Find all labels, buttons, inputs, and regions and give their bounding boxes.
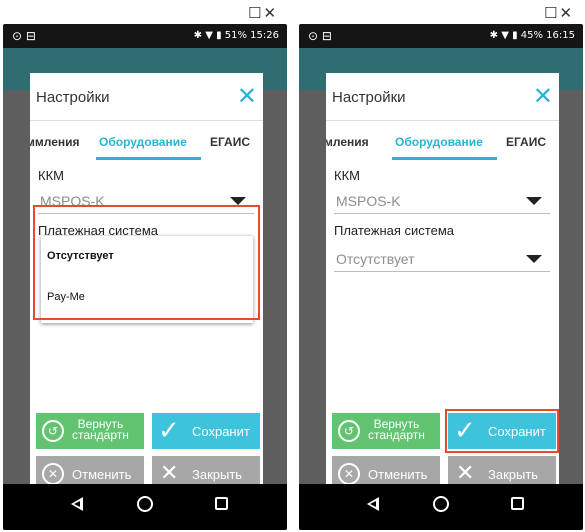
status-icons-left: ⊙ ⊟ <box>12 29 36 43</box>
dialog-header: Настройки ✕ <box>326 73 559 121</box>
home-icon[interactable] <box>137 496 153 512</box>
status-icons-left: ⊙ ⊟ <box>308 29 332 43</box>
chevron-down-icon[interactable] <box>526 197 542 205</box>
screen: Настройки ✕ ммления Оборудование ЕГАИС К… <box>3 48 287 493</box>
close-icon[interactable]: ✕ <box>533 82 553 110</box>
settings-dialog: Настройки ✕ ммления Оборудование ЕГАИС К… <box>30 73 263 493</box>
tab-egais[interactable]: ЕГАИС <box>210 135 250 149</box>
tab-equipment[interactable]: Оборудование <box>395 135 483 149</box>
chevron-down-icon[interactable] <box>526 255 542 263</box>
close-icon: ✕ <box>160 461 179 486</box>
payment-system-label: Платежная система <box>334 223 454 238</box>
window-controls-right[interactable]: ☐✕ <box>544 4 574 22</box>
reset-label: Вернуть стандартн <box>72 417 129 442</box>
window-controls-left[interactable]: ☐✕ <box>248 4 278 22</box>
dialog-title: Настройки <box>36 89 110 106</box>
tab-notifications[interactable]: ммления <box>30 135 80 149</box>
home-icon[interactable] <box>433 496 449 512</box>
restore-icon: ↺ <box>338 420 360 442</box>
kkm-select[interactable]: MSPOS-K <box>336 193 401 209</box>
status-icons-right: ✱ ▼ ▮ 45% 16:15 <box>489 30 575 41</box>
field-underline <box>334 271 550 272</box>
payment-system-select[interactable]: Отсутствует <box>336 251 415 267</box>
save-button[interactable]: ✓ Сохранит <box>152 413 260 449</box>
undo-icon: ✕ <box>338 463 360 485</box>
recent-apps-icon[interactable] <box>511 497 524 510</box>
close-icon: ✕ <box>456 461 475 486</box>
chevron-down-icon[interactable] <box>230 197 246 205</box>
tab-equipment[interactable]: Оборудование <box>99 135 187 149</box>
tab-notifications[interactable]: мления <box>326 135 369 149</box>
back-icon-inner <box>74 501 80 507</box>
screen: Настройки ✕ мления Оборудование ЕГАИС КК… <box>299 48 583 493</box>
restore-icon: ↺ <box>42 420 64 442</box>
phone-screenshot-right: ⊙ ⊟ ✱ ▼ ▮ 45% 16:15 Настройки ✕ мления О… <box>299 24 583 530</box>
check-icon: ✓ <box>158 416 180 446</box>
highlight-box <box>445 409 559 453</box>
status-bar: ⊙ ⊟ ✱ ▼ ▮ 45% 16:15 <box>299 24 583 48</box>
active-tab-indicator <box>96 157 201 160</box>
navigation-bar <box>3 484 287 530</box>
save-label: Сохранит <box>192 424 250 439</box>
tab-bar: ммления Оборудование ЕГАИС <box>30 121 263 161</box>
close-label: Закрыть <box>488 467 539 482</box>
active-tab-indicator <box>392 157 497 160</box>
highlight-box <box>33 205 260 320</box>
settings-dialog: Настройки ✕ мления Оборудование ЕГАИС КК… <box>326 73 559 493</box>
back-icon-inner <box>370 501 376 507</box>
phone-screenshot-left: ⊙ ⊟ ✱ ▼ ▮ 51% 15:26 Настройки ✕ ммления … <box>3 24 287 530</box>
undo-icon: ✕ <box>42 463 64 485</box>
close-label: Закрыть <box>192 467 243 482</box>
reset-label: Вернуть стандартн <box>368 417 425 442</box>
kkm-label: ККМ <box>38 168 64 183</box>
close-icon[interactable]: ✕ <box>237 82 257 110</box>
navigation-bar <box>299 484 583 530</box>
reset-defaults-button[interactable]: ↺ Вернуть стандартн <box>36 413 144 449</box>
tab-bar: мления Оборудование ЕГАИС <box>326 121 559 161</box>
reset-defaults-button[interactable]: ↺ Вернуть стандартн <box>332 413 440 449</box>
recent-apps-icon[interactable] <box>215 497 228 510</box>
status-icons-right: ✱ ▼ ▮ 51% 15:26 <box>193 30 279 41</box>
status-bar: ⊙ ⊟ ✱ ▼ ▮ 51% 15:26 <box>3 24 287 48</box>
tab-egais[interactable]: ЕГАИС <box>506 135 546 149</box>
kkm-label: ККМ <box>334 168 360 183</box>
cancel-label: Отменить <box>72 467 132 482</box>
cancel-label: Отменить <box>368 467 428 482</box>
dialog-header: Настройки ✕ <box>30 73 263 121</box>
field-underline <box>334 213 550 214</box>
dialog-title: Настройки <box>332 89 406 106</box>
